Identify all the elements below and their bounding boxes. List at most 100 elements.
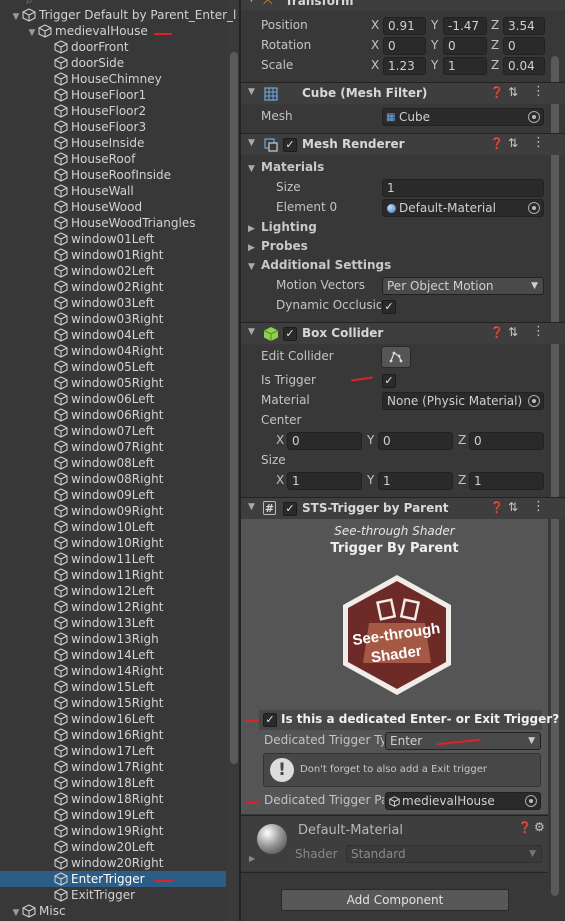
foldout-arrow-icon[interactable]: ▼ bbox=[248, 502, 255, 512]
shader-dropdown[interactable]: Standard ▼ bbox=[346, 845, 542, 863]
hierarchy-item[interactable]: window13Righ bbox=[54, 631, 159, 647]
hierarchy-item[interactable]: HouseWood bbox=[54, 199, 142, 215]
hierarchy-item[interactable]: HouseChimney bbox=[54, 71, 162, 87]
hierarchy-item[interactable]: HouseFloor1 bbox=[54, 87, 146, 103]
rotation-y-field[interactable]: 0 bbox=[443, 37, 487, 55]
hierarchy-item[interactable]: HouseFloor2 bbox=[54, 103, 146, 119]
foldout-arrow-icon[interactable]: ▼ bbox=[248, 327, 255, 337]
hierarchy-item[interactable]: window19Right bbox=[54, 823, 163, 839]
hierarchy-item[interactable]: doorSide bbox=[54, 55, 124, 71]
hierarchy-item[interactable]: window03Left bbox=[54, 295, 154, 311]
hierarchy-item[interactable]: window09Left bbox=[54, 487, 154, 503]
position-x-field[interactable]: 0.91 bbox=[383, 17, 426, 35]
center-x-field[interactable]: 0 bbox=[287, 432, 362, 450]
help-icon[interactable]: ❓ bbox=[490, 137, 504, 150]
motion-vectors-dropdown[interactable]: Per Object Motion ▼ bbox=[382, 277, 544, 295]
object-picker-icon[interactable] bbox=[528, 202, 540, 214]
hierarchy-item[interactable]: window20Right bbox=[54, 855, 163, 871]
foldout-arrow-icon[interactable]: ▼ bbox=[26, 25, 38, 41]
hierarchy-item[interactable]: window17Right bbox=[54, 759, 163, 775]
hierarchy-item[interactable]: window01Left bbox=[54, 231, 154, 247]
context-menu-icon[interactable]: ⋮ bbox=[532, 135, 545, 150]
mesh-renderer-enabled-checkbox[interactable]: ✓ bbox=[283, 138, 297, 152]
hierarchy-item[interactable]: window17Left bbox=[54, 743, 154, 759]
rotation-x-field[interactable]: 0 bbox=[383, 37, 426, 55]
hierarchy-item[interactable]: window05Right bbox=[54, 375, 163, 391]
foldout-arrow-icon[interactable]: ▼ bbox=[248, 138, 255, 148]
size-y-field[interactable]: 1 bbox=[378, 472, 453, 490]
edit-collider-button[interactable] bbox=[381, 346, 411, 368]
hierarchy-item[interactable]: window04Left bbox=[54, 327, 154, 343]
probes-foldout[interactable]: ▶ Probes bbox=[248, 239, 308, 253]
rotation-z-field[interactable]: 0 bbox=[503, 37, 545, 55]
scale-z-field[interactable]: 0.04 bbox=[503, 57, 545, 75]
foldout-arrow-icon[interactable]: ▶ bbox=[248, 224, 261, 234]
hierarchy-item[interactable]: window03Right bbox=[54, 311, 163, 327]
mesh-object-field[interactable]: ▦ Cube bbox=[382, 108, 544, 126]
mesh-filter-header[interactable]: ▼ Cube (Mesh Filter) ❓ ⇅ ⋮ bbox=[241, 82, 565, 104]
hierarchy-item[interactable]: HouseWall bbox=[54, 183, 134, 199]
foldout-arrow-icon[interactable]: ▼ bbox=[248, 164, 261, 174]
context-menu-icon[interactable]: ⋮ bbox=[532, 84, 545, 99]
hierarchy-item[interactable]: window14Right bbox=[54, 663, 163, 679]
preset-sliders-icon[interactable]: ⇅ bbox=[508, 136, 518, 150]
position-y-field[interactable]: -1.47 bbox=[443, 17, 487, 35]
hierarchy-item[interactable]: window11Left bbox=[54, 551, 154, 567]
lighting-foldout[interactable]: ▶ Lighting bbox=[248, 220, 317, 234]
hierarchy-item[interactable]: window20Left bbox=[54, 839, 154, 855]
hierarchy-scrollbar-thumb[interactable] bbox=[230, 52, 238, 764]
center-z-field[interactable]: 0 bbox=[469, 432, 544, 450]
hierarchy-item[interactable]: HouseWoodTriangles bbox=[54, 215, 195, 231]
center-y-field[interactable]: 0 bbox=[378, 432, 453, 450]
hierarchy-item[interactable]: window06Right bbox=[54, 407, 163, 423]
materials-size-field[interactable]: 1 bbox=[382, 179, 544, 197]
object-picker-icon[interactable] bbox=[525, 795, 537, 807]
box-collider-header[interactable]: ▼ ✓ Box Collider ❓ ⇅ ⋮ bbox=[241, 322, 565, 344]
foldout-arrow-icon[interactable]: ▼ bbox=[248, 87, 255, 97]
hierarchy-item[interactable]: HouseRoof bbox=[54, 151, 135, 167]
context-menu-icon[interactable]: ⋮ bbox=[532, 324, 545, 339]
hierarchy-item[interactable]: window01Right bbox=[54, 247, 163, 263]
scale-x-field[interactable]: 1.23 bbox=[383, 57, 426, 75]
hierarchy-item[interactable]: window11Right bbox=[54, 567, 163, 583]
hierarchy-item[interactable]: window18Left bbox=[54, 775, 154, 791]
hierarchy-item[interactable]: window18Right bbox=[54, 791, 163, 807]
dedicated-trigger-checkbox[interactable]: ✓ bbox=[263, 713, 277, 727]
hierarchy-item[interactable]: window10Left bbox=[54, 519, 154, 535]
hierarchy-item[interactable]: window16Left bbox=[54, 711, 154, 727]
hierarchy-item[interactable]: window10Right bbox=[54, 535, 163, 551]
hierarchy-item[interactable]: ExitTrigger bbox=[54, 887, 135, 903]
hierarchy-item[interactable]: HouseInside bbox=[54, 135, 144, 151]
preset-sliders-icon[interactable]: ⇅ bbox=[508, 500, 518, 514]
hierarchy-item[interactable]: window12Right bbox=[54, 599, 163, 615]
hierarchy-misc-row[interactable]: ▼ Misc bbox=[10, 903, 66, 919]
gear-icon[interactable]: ⚙ bbox=[534, 820, 545, 834]
hierarchy-item[interactable]: window07Right bbox=[54, 439, 163, 455]
foldout-arrow-icon[interactable]: ▼ bbox=[10, 9, 22, 25]
inspector-scrollbar-thumb[interactable] bbox=[551, 56, 559, 896]
hierarchy-item[interactable]: HouseFloor3 bbox=[54, 119, 146, 135]
preset-sliders-icon[interactable]: ⇅ bbox=[508, 85, 518, 99]
hierarchy-item[interactable]: window02Left bbox=[54, 263, 154, 279]
help-icon[interactable]: ❓ bbox=[490, 326, 504, 339]
hierarchy-item[interactable]: HouseRoofInside bbox=[54, 167, 171, 183]
object-picker-icon[interactable] bbox=[528, 395, 540, 407]
foldout-arrow-icon[interactable]: ▶ bbox=[248, 243, 261, 253]
help-icon[interactable]: ❓ bbox=[518, 821, 532, 834]
is-trigger-checkbox[interactable]: ✓ bbox=[382, 374, 396, 388]
hierarchy-item[interactable]: window14Left bbox=[54, 647, 154, 663]
help-icon[interactable]: ❓ bbox=[490, 86, 504, 99]
size-z-field[interactable]: 1 bbox=[469, 472, 544, 490]
trigger-parent-field[interactable]: medievalHouse bbox=[385, 792, 541, 810]
hierarchy-item[interactable]: window13Left bbox=[54, 615, 154, 631]
additional-settings-foldout[interactable]: ▼ Additional Settings bbox=[248, 258, 391, 272]
dynamic-occlusion-checkbox[interactable]: ✓ bbox=[382, 300, 396, 314]
object-picker-icon[interactable] bbox=[528, 111, 540, 123]
box-collider-enabled-checkbox[interactable]: ✓ bbox=[283, 327, 297, 341]
hierarchy-item[interactable]: window04Right bbox=[54, 343, 163, 359]
foldout-arrow-icon[interactable]: ▼ bbox=[10, 905, 22, 921]
hierarchy-item[interactable]: window05Left bbox=[54, 359, 154, 375]
foldout-arrow-icon[interactable]: ▼ bbox=[248, 0, 255, 4]
hierarchy-item[interactable]: window02Right bbox=[54, 279, 163, 295]
hierarchy-item[interactable]: window16Right bbox=[54, 727, 163, 743]
